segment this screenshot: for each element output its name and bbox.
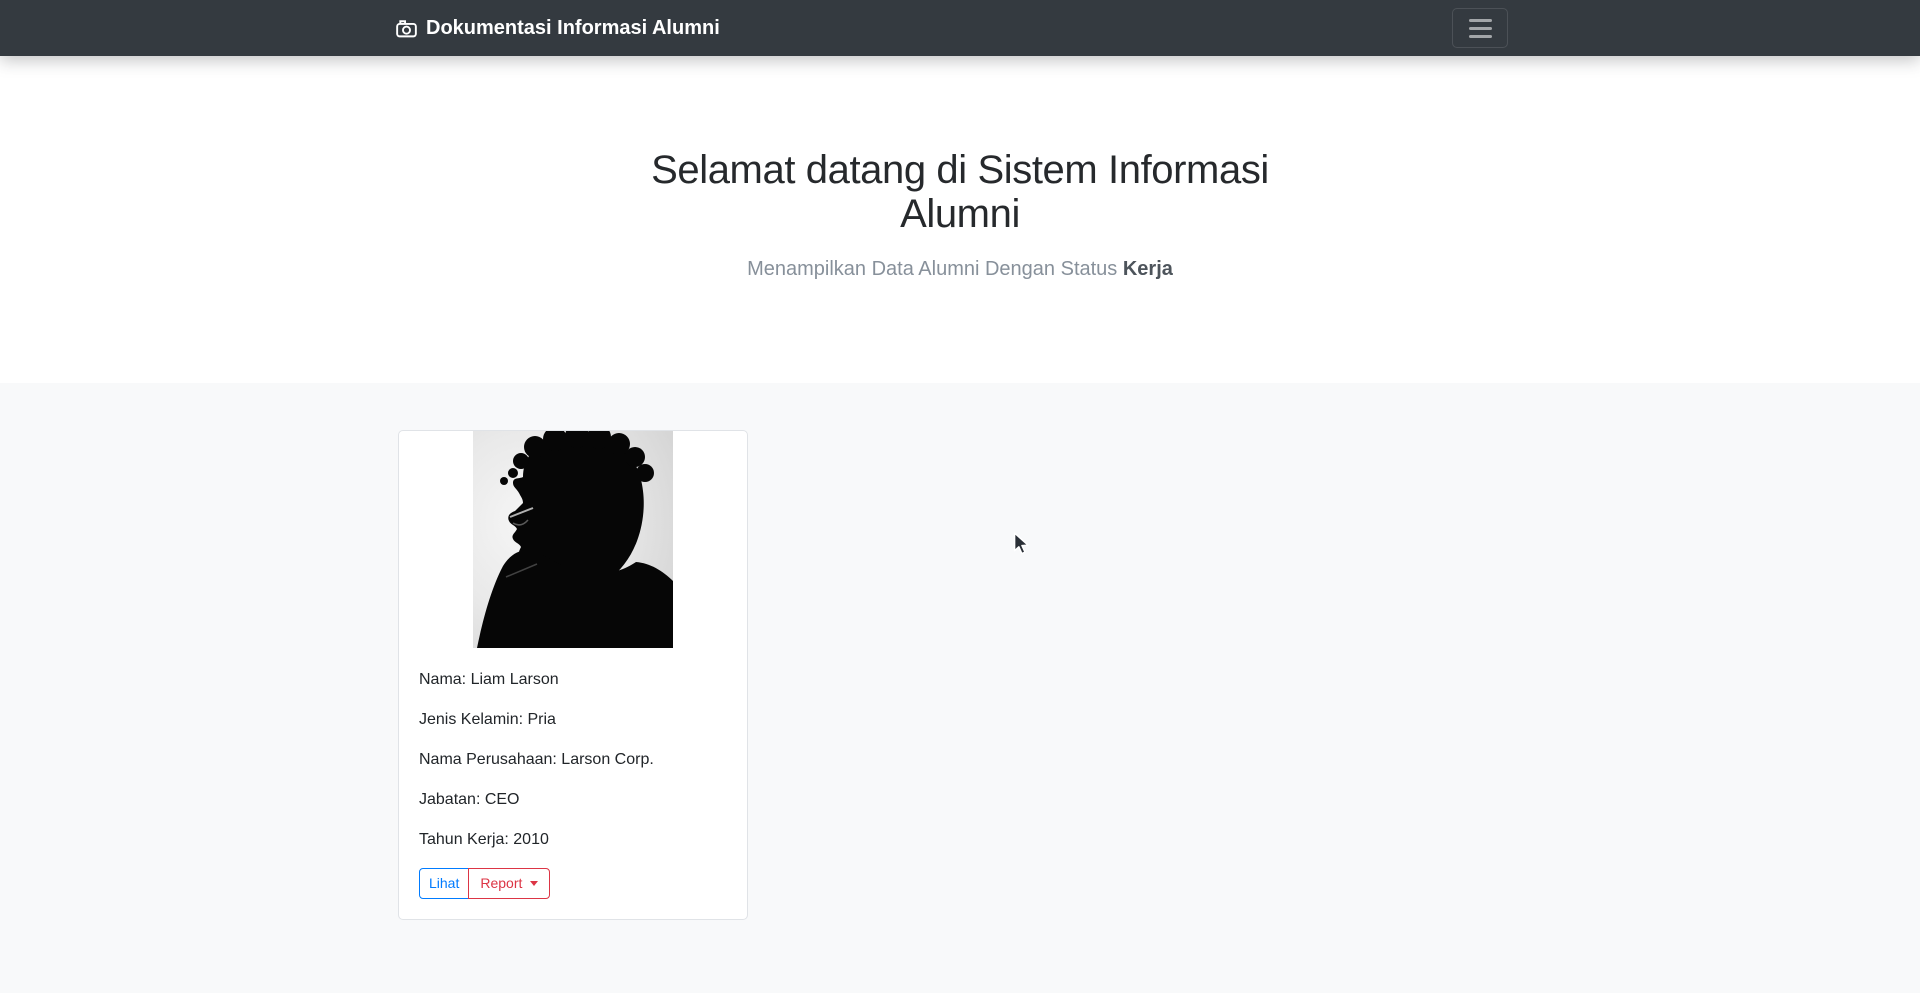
content-section: Nama: Liam Larson Jenis Kelamin: Pria Na… — [0, 383, 1920, 993]
field-nama-perusahaan: Nama Perusahaan: Larson Corp. — [419, 751, 654, 768]
status-value: Kerja — [1122, 258, 1173, 280]
card-button-group: Lihat Report — [419, 868, 551, 899]
report-dropdown-button[interactable]: Report — [468, 868, 551, 899]
field-jenis-kelamin: Jenis Kelamin: Pria — [419, 711, 556, 728]
hamburger-menu-icon — [1468, 18, 1492, 22]
caret-down-icon — [530, 881, 539, 886]
page-title: Selamat datang di Sistem Informasi Alumn… — [0, 148, 1920, 236]
alumni-photo — [473, 431, 673, 648]
lihat-button[interactable]: Lihat — [419, 868, 470, 899]
subtitle-text: Menampilkan Data Alumni Dengan Status — [747, 258, 1123, 280]
hero-section: Selamat datang di Sistem Informasi Alumn… — [0, 56, 1920, 383]
field-nama: Nama: Liam Larson — [419, 671, 559, 688]
field-jabatan: Jabatan: CEO — [419, 791, 520, 808]
alumni-card-body: Nama: Liam Larson Jenis Kelamin: Pria Na… — [399, 648, 747, 919]
top-navbar: Dokumentasi Informasi Alumni — [0, 0, 1920, 56]
page-title-line2: Alumni — [900, 192, 1020, 236]
navbar-brand[interactable]: Dokumentasi Informasi Alumni — [396, 0, 720, 56]
page-subtitle: Menampilkan Data Alumni Dengan Status Ke… — [0, 254, 1920, 284]
page-title-line1: Selamat datang di Sistem Informasi — [651, 148, 1269, 192]
field-tahun-kerja: Tahun Kerja: 2010 — [419, 831, 549, 848]
camera-icon — [396, 19, 417, 38]
alumni-card: Nama: Liam Larson Jenis Kelamin: Pria Na… — [398, 430, 748, 920]
navbar-toggler-button[interactable] — [1452, 8, 1508, 48]
report-button-label: Report — [480, 875, 523, 891]
navbar-brand-label: Dokumentasi Informasi Alumni — [426, 16, 720, 39]
